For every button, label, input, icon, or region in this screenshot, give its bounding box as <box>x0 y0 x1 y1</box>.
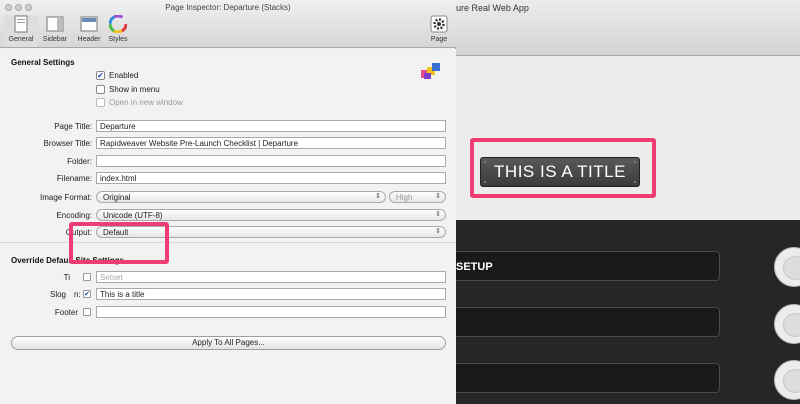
image-format-select[interactable]: Original ⇕ <box>96 191 386 203</box>
show-in-menu-label: Show in menu <box>109 85 160 94</box>
folder-label: Folder: <box>67 157 92 166</box>
sidebar-layout-icon <box>46 16 64 32</box>
stacks-cubes-icon <box>421 63 440 79</box>
encoding-value: Unicode (UTF-8) <box>103 211 163 220</box>
chevron-updown-icon: ⇕ <box>435 211 441 218</box>
tab-sidebar[interactable]: Sidebar <box>38 15 72 47</box>
chevron-updown-icon: ⇕ <box>435 193 441 200</box>
tab-styles[interactable]: Styles <box>101 15 135 47</box>
tab-page[interactable]: Page <box>422 15 456 47</box>
gear-icon <box>430 15 448 33</box>
override-slogan-label: Slog <box>49 290 66 299</box>
page-title-label: Page Title: <box>54 122 92 131</box>
image-quality-select: High ⇕ <box>389 191 446 203</box>
menu-bar-setup[interactable]: SETUP <box>456 251 720 281</box>
override-slogan-input[interactable]: This is a title <box>96 288 446 300</box>
open-in-new-window-label: Open in new window <box>109 98 183 107</box>
override-footer-checkbox[interactable] <box>83 308 91 316</box>
open-in-new-window-checkbox <box>96 98 105 107</box>
override-footer-label: Footer <box>54 308 78 317</box>
title-highlight-box <box>470 138 656 198</box>
color-wheel-icon <box>109 15 127 33</box>
open-in-new-window-row: Open in new window <box>96 98 183 107</box>
round-button-1[interactable] <box>774 247 800 287</box>
override-title-label: Ti <box>63 273 70 282</box>
tab-sidebar-label: Sidebar <box>42 36 68 43</box>
page-title-input[interactable]: Departure <box>96 120 446 132</box>
header-layout-icon <box>80 16 98 32</box>
tab-styles-label: Styles <box>108 36 128 43</box>
general-page-icon <box>14 15 28 33</box>
filename-input[interactable]: index.html <box>96 172 446 184</box>
enabled-checkbox[interactable]: ✔ <box>96 71 105 80</box>
tab-general-label: General <box>8 36 34 43</box>
menu-bar-label: SETUP <box>456 261 493 273</box>
tab-page-label: Page <box>430 36 448 43</box>
background-app-window: ure Real Web App THIS IS A TITLE SETUP <box>456 0 800 404</box>
round-button-3[interactable] <box>774 360 800 400</box>
apply-to-all-pages-button[interactable]: Apply To All Pages... <box>11 336 446 350</box>
inspector-window-title: Page Inspector: Departure (Stacks) <box>165 3 291 12</box>
round-button-2[interactable] <box>774 304 800 344</box>
folder-input[interactable] <box>96 155 446 167</box>
browser-title-label: Browser Title: <box>43 139 92 148</box>
override-slogan-checkbox[interactable]: ✔ <box>83 290 91 298</box>
tab-general[interactable]: General <box>4 15 38 47</box>
preview-dark-area: SETUP <box>456 220 800 404</box>
enabled-label: Enabled <box>109 71 139 80</box>
show-in-menu-row[interactable]: Show in menu <box>96 85 160 94</box>
enabled-checkbox-row[interactable]: ✔ Enabled <box>96 71 138 80</box>
override-slogan-label-tail: n: <box>74 290 81 299</box>
encoding-label: Encoding: <box>56 211 92 220</box>
slogan-highlight-box <box>69 222 169 264</box>
general-settings-heading: General Settings <box>11 58 75 67</box>
chevron-updown-icon: ⇕ <box>435 228 441 235</box>
encoding-select[interactable]: Unicode (UTF-8) ⇕ <box>96 209 446 221</box>
override-title-checkbox[interactable] <box>83 273 91 281</box>
show-in-menu-checkbox[interactable] <box>96 85 105 94</box>
image-quality-value: High <box>396 193 413 202</box>
override-title-input[interactable]: Setset <box>96 271 446 283</box>
image-format-value: Original <box>103 193 131 202</box>
background-titlebar: ure Real Web App <box>456 0 800 56</box>
page-inspector-panel: Page Inspector: Departure (Stacks) Gener… <box>0 0 456 404</box>
chevron-updown-icon: ⇕ <box>375 193 381 200</box>
menu-bar-3[interactable] <box>456 363 720 393</box>
menu-bar-2[interactable] <box>456 307 720 337</box>
override-footer-input[interactable] <box>96 306 446 318</box>
image-format-label: Image Format: <box>39 193 92 202</box>
browser-title-input[interactable]: Rapidweaver Website Pre-Launch Checklist… <box>96 137 446 149</box>
background-window-title: ure Real Web App <box>456 3 529 13</box>
filename-label: Filename: <box>56 174 92 183</box>
inspector-titlebar: Page Inspector: Departure (Stacks) Gener… <box>0 0 456 48</box>
